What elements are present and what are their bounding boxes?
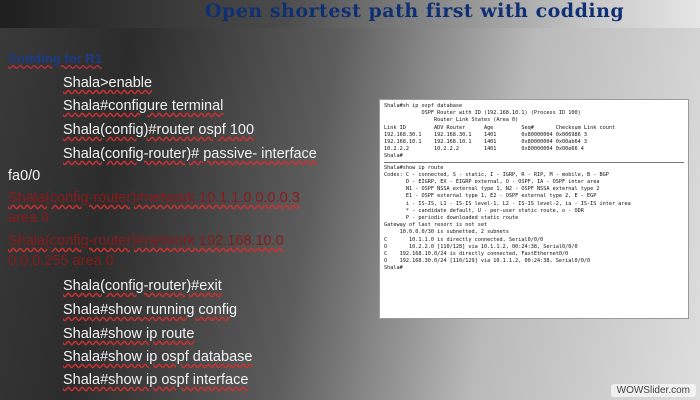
command-line: Shala(config-router)#exit [63, 278, 222, 294]
slide-title: Open shortest path first with codding [205, 0, 625, 22]
section-heading: Codding for R1 [8, 51, 102, 66]
command-line-dim: 0.0.0.255 area 0 [8, 253, 114, 269]
ospf-database-line: Router Link States (Area 0) [384, 117, 519, 124]
command-line: Shala#show running config [63, 302, 238, 318]
ospf-database-line: 192.168.30.1 192.168.30.1 1401 0x8000000… [384, 131, 588, 138]
ospf-database-line: 10.2.2.2 10.2.2.2 1401 0x80000004 0x00e6… [384, 146, 584, 153]
route-table-line: C 10.1.1.0 is directly connected, Serial… [384, 236, 544, 243]
route-table-line: 10.0.0.0/30 is subnetted, 2 subnets [384, 229, 509, 236]
route-table-line: E1 - OSPF external type 1, E2 - OSPF ext… [384, 193, 597, 200]
command-line: Shala#show ip ospf database [63, 349, 253, 365]
command-line-dim: Shala(config-router)#network 192.168.10.… [8, 233, 284, 249]
ospf-database-line: Shala#sh ip ospf database [384, 103, 463, 109]
route-table-line: O 10.2.2.0 [110/128] via 10.1.1.2, 00:24… [384, 243, 578, 250]
route-table-line: Codes: C - connected, S - static, I - IG… [384, 171, 609, 178]
command-line: Shala#configure terminal [63, 98, 224, 114]
terminal-screenshot: Shala#sh ip ospf database OSPF Router wi… [379, 99, 689, 319]
route-table-line: Shala# [384, 265, 403, 272]
command-line: Shala>enable [63, 75, 153, 91]
command-line: Shala#show ip ospf interface [63, 372, 249, 388]
command-line: Shala(config)#router ospf 100 [63, 122, 255, 138]
route-table-line: C 192.168.10.0/24 is directly connected,… [384, 251, 569, 258]
route-table-line: N1 - OSPF NSSA external type 1, N2 - OSP… [384, 186, 600, 193]
ospf-database-line: Link ID ADV Router Age Seq# Checksum Lin… [384, 124, 616, 131]
ospf-database-line: 192.168.10.1 192.168.10.1 1401 0x8000000… [384, 139, 588, 146]
route-table-line: O 192.168.30.0/24 [110/129] via 10.1.1.2… [384, 258, 591, 265]
command-line-dim: Shala(config-router)#network 10.1.1.0 0.… [8, 190, 300, 206]
ospf-database-line: Shala# [384, 153, 403, 160]
command-line: fa0/0 [8, 168, 41, 184]
ospf-database-line: OSPF Router with ID (192.168.10.1) (Proc… [384, 110, 581, 117]
route-table-line: * - candidate default, U - per-user stat… [384, 207, 584, 214]
route-table-line: D - EIGRP, EX - EIGRP external, O - OSPF… [384, 179, 600, 186]
route-table-line: P - periodic downloaded static route [384, 215, 519, 222]
command-line-dim: area 0 [8, 210, 50, 226]
route-table-line: Shala#show ip route [384, 164, 444, 171]
route-table-line: i - IS-IS, L1 - IS-IS level-1, L2 - IS-I… [384, 200, 631, 207]
route-table-line: Gateway of last resort is not set [384, 222, 488, 229]
divider [384, 161, 684, 163]
watermark-link[interactable]: WOWSlider.com [610, 384, 696, 397]
command-line: Shala(config-router)# passive- interface [63, 146, 317, 162]
command-line: Shala#show ip route [63, 326, 195, 342]
